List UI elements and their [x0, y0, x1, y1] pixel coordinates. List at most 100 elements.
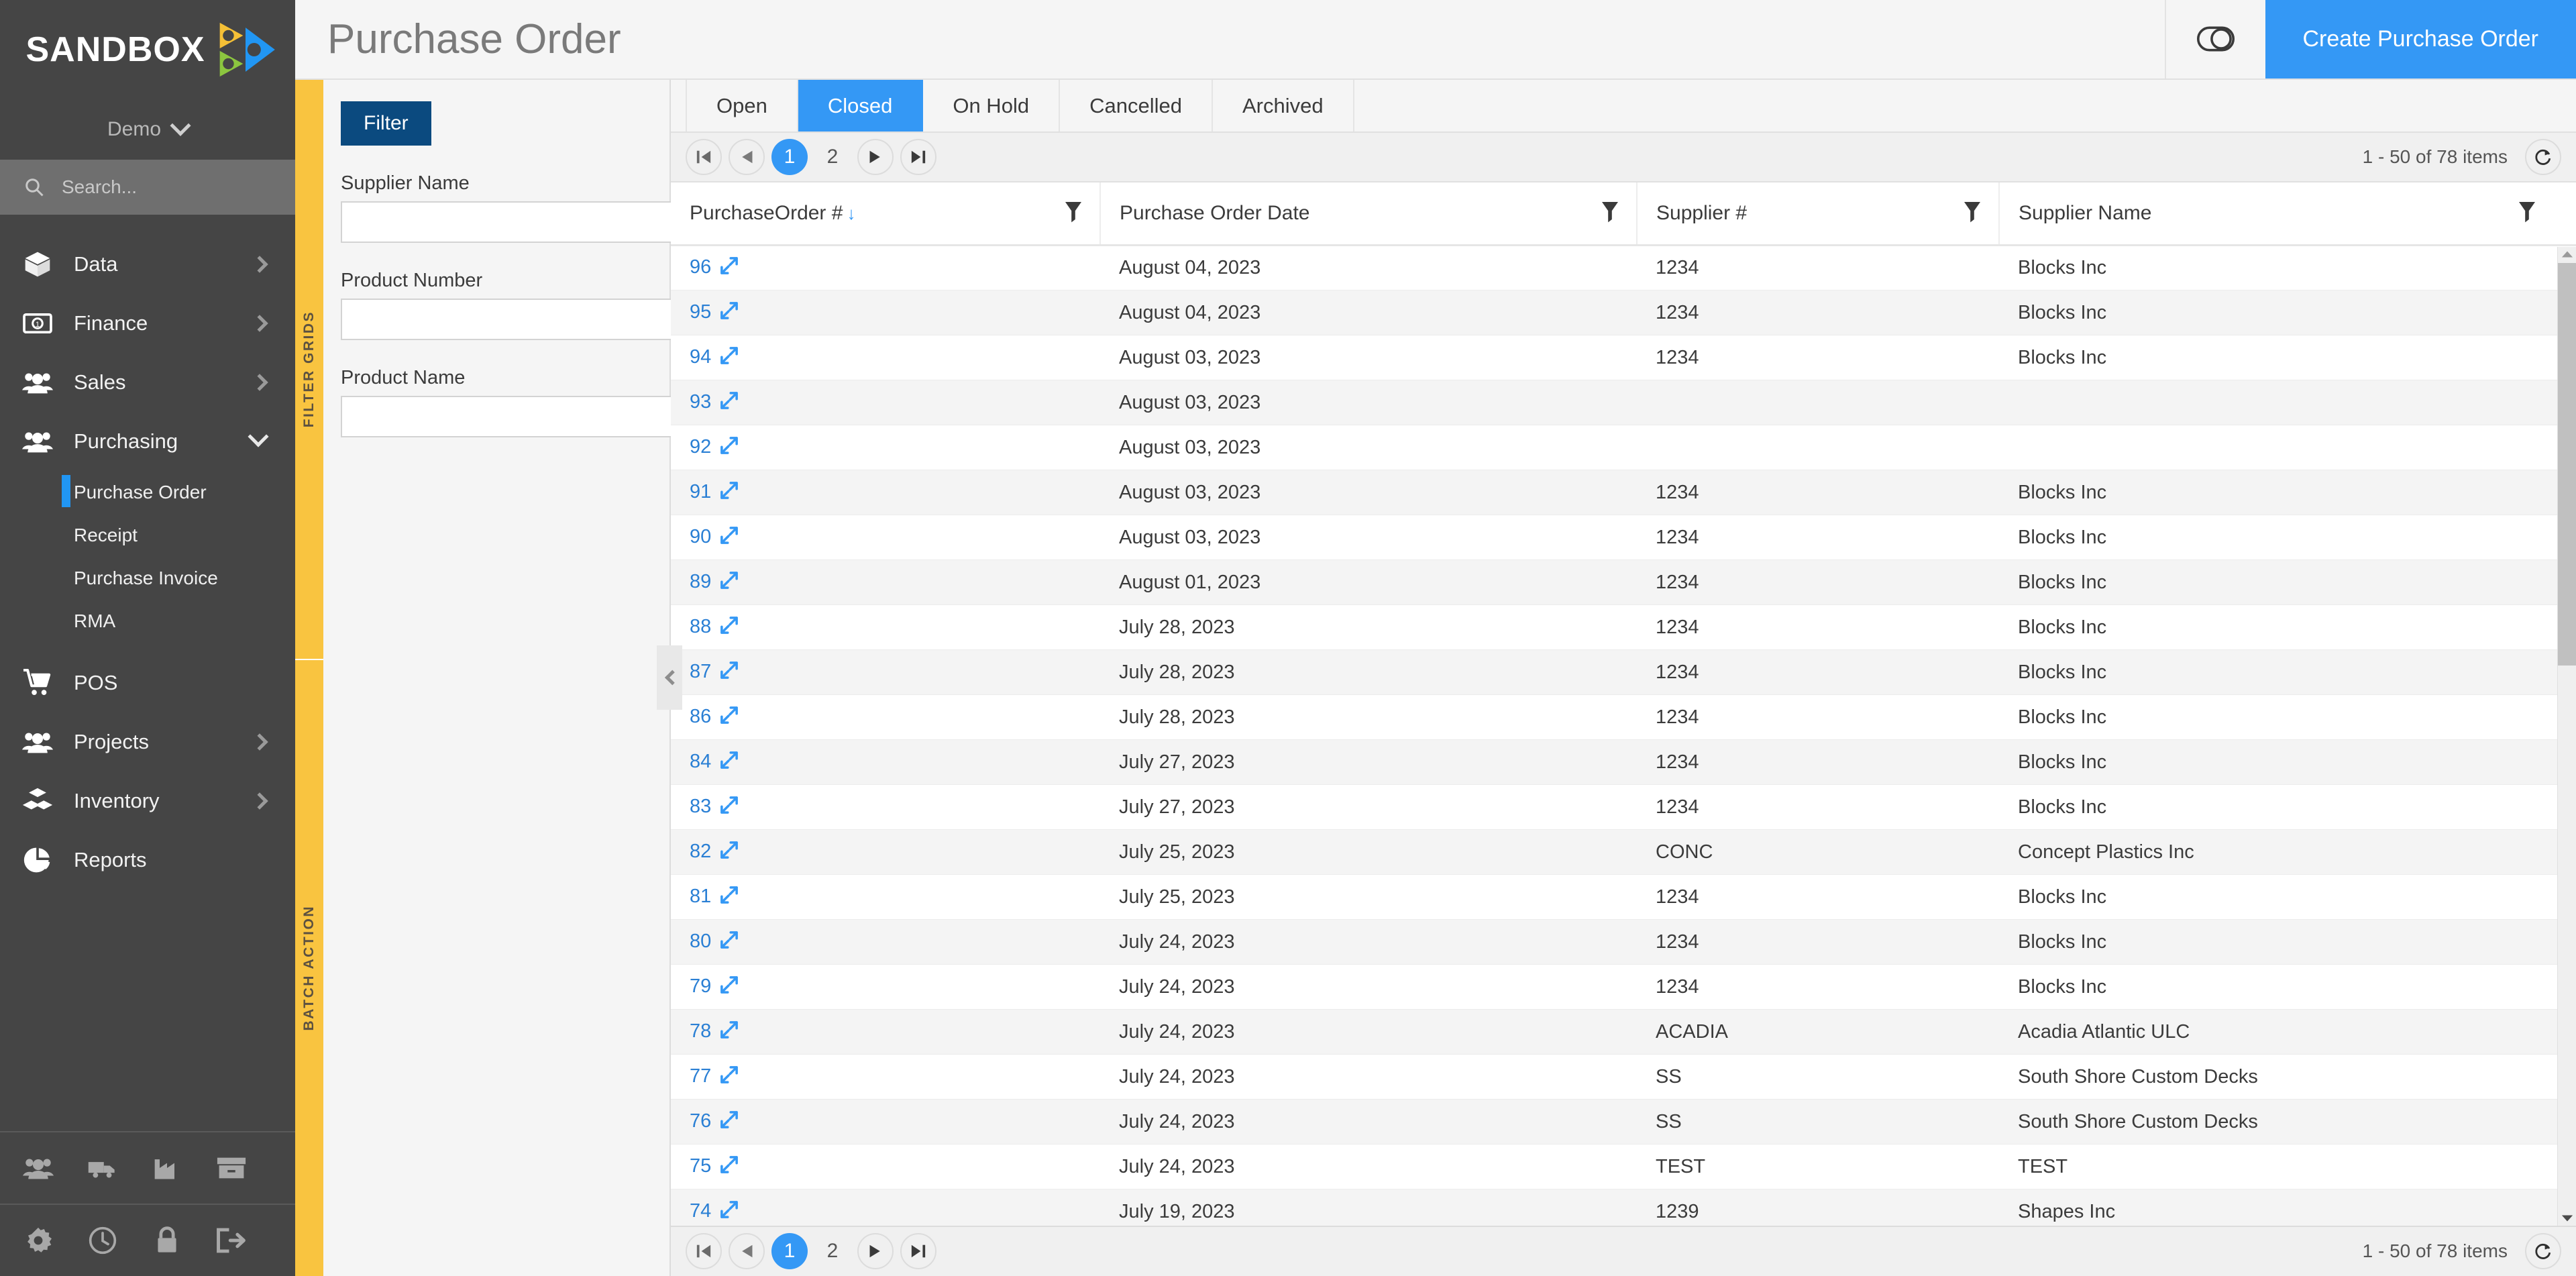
- table-row[interactable]: 81 July 25, 2023 1234 Blocks Inc: [671, 874, 2576, 920]
- purchase-order-link[interactable]: 92: [690, 436, 711, 458]
- table-row[interactable]: 90 August 03, 2023 1234 Blocks Inc: [671, 515, 2576, 561]
- purchase-order-link[interactable]: 87: [690, 661, 711, 682]
- page-2-button-bottom[interactable]: 2: [814, 1233, 851, 1269]
- funnel-icon[interactable]: [1964, 201, 1981, 228]
- sidebar-item-receipt[interactable]: Receipt: [0, 514, 295, 557]
- table-row[interactable]: 95 August 04, 2023 1234 Blocks Inc: [671, 290, 2576, 336]
- table-row[interactable]: 76 July 24, 2023 SS South Shore Custom Deck…: [671, 1099, 2576, 1145]
- purchase-order-link[interactable]: 93: [690, 391, 711, 413]
- last-page-button-bottom[interactable]: [900, 1233, 936, 1270]
- expand-diagonal-icon[interactable]: [720, 301, 739, 324]
- first-page-button-bottom[interactable]: [686, 1233, 722, 1270]
- purchase-order-link[interactable]: 86: [690, 706, 711, 727]
- expand-diagonal-icon[interactable]: [720, 1065, 739, 1088]
- next-page-button[interactable]: [857, 139, 894, 175]
- purchase-order-link[interactable]: 94: [690, 346, 711, 368]
- expand-diagonal-icon[interactable]: [720, 1020, 739, 1043]
- table-row[interactable]: 96 August 04, 2023 1234 Blocks Inc: [671, 245, 2576, 291]
- sidebar-item-data[interactable]: Data: [0, 235, 295, 294]
- tab-closed[interactable]: Closed: [798, 79, 924, 132]
- table-row[interactable]: 93 August 03, 2023: [671, 380, 2576, 426]
- table-row[interactable]: 86 July 28, 2023 1234 Blocks Inc: [671, 694, 2576, 741]
- table-row[interactable]: 74 July 19, 2023 1239 Shapes Inc: [671, 1189, 2576, 1226]
- gear-icon[interactable]: [23, 1225, 54, 1256]
- sidebar-item-sales[interactable]: Sales: [0, 353, 295, 412]
- expand-diagonal-icon[interactable]: [720, 571, 739, 594]
- product-name-input[interactable]: [341, 395, 693, 437]
- purchase-order-link[interactable]: 88: [690, 616, 711, 637]
- purchase-order-link[interactable]: 75: [690, 1155, 711, 1177]
- purchase-order-link[interactable]: 83: [690, 796, 711, 817]
- expand-diagonal-icon[interactable]: [720, 1110, 739, 1133]
- funnel-icon[interactable]: [1065, 201, 1082, 228]
- funnel-icon[interactable]: [2518, 201, 2536, 228]
- purchase-order-link[interactable]: 84: [690, 751, 711, 772]
- table-row[interactable]: 87 July 28, 2023 1234 Blocks Inc: [671, 649, 2576, 696]
- prev-page-button[interactable]: [729, 139, 765, 175]
- purchase-order-link[interactable]: 81: [690, 886, 711, 907]
- scrollbar-thumb[interactable]: [2558, 262, 2576, 666]
- table-row[interactable]: 88 July 28, 2023 1234 Blocks Inc: [671, 604, 2576, 651]
- table-row[interactable]: 79 July 24, 2023 1234 Blocks Inc: [671, 964, 2576, 1010]
- lock-icon[interactable]: [152, 1225, 182, 1256]
- table-row[interactable]: 92 August 03, 2023: [671, 425, 2576, 471]
- expand-diagonal-icon[interactable]: [720, 1200, 739, 1223]
- sidebar-item-purchasing[interactable]: Purchasing: [0, 412, 295, 471]
- sidebar-item-purchase-invoice[interactable]: Purchase Invoice: [0, 557, 295, 600]
- purchase-order-link[interactable]: 80: [690, 931, 711, 952]
- purchase-order-link[interactable]: 82: [690, 841, 711, 862]
- product-number-input[interactable]: [341, 298, 693, 340]
- expand-diagonal-icon[interactable]: [720, 931, 739, 953]
- expand-diagonal-icon[interactable]: [720, 436, 739, 459]
- table-row[interactable]: 83 July 27, 2023 1234 Blocks Inc: [671, 784, 2576, 831]
- expand-diagonal-icon[interactable]: [720, 526, 739, 549]
- factory-icon[interactable]: [152, 1153, 182, 1183]
- table-scrollbar[interactable]: [2557, 246, 2576, 1226]
- page-2-button[interactable]: 2: [814, 139, 851, 175]
- refresh-button-bottom[interactable]: [2525, 1233, 2561, 1270]
- tab-cancelled[interactable]: Cancelled: [1060, 79, 1213, 132]
- expand-diagonal-icon[interactable]: [720, 975, 739, 998]
- search-input[interactable]: Search...: [0, 160, 295, 215]
- logout-icon[interactable]: [216, 1225, 247, 1256]
- sidebar-item-reports[interactable]: Reports: [0, 831, 295, 890]
- tab-on-hold[interactable]: On Hold: [923, 79, 1061, 132]
- people-icon[interactable]: [23, 1153, 54, 1183]
- rail-tab-filter-grids[interactable]: FILTER GRIDS: [295, 80, 323, 660]
- sidebar-item-projects[interactable]: Projects: [0, 712, 295, 772]
- expand-diagonal-icon[interactable]: [720, 481, 739, 504]
- expand-diagonal-icon[interactable]: [720, 661, 739, 684]
- purchase-order-link[interactable]: 95: [690, 301, 711, 323]
- filter-button[interactable]: Filter: [341, 101, 431, 146]
- table-row[interactable]: 91 August 03, 2023 1234 Blocks Inc: [671, 470, 2576, 516]
- col-supplier-name[interactable]: Supplier Name: [1999, 182, 2576, 247]
- expand-diagonal-icon[interactable]: [720, 257, 739, 279]
- col-supplier-number[interactable]: Supplier #: [1637, 182, 2000, 247]
- table-row[interactable]: 75 July 24, 2023 TEST TEST: [671, 1144, 2576, 1190]
- next-page-button-bottom[interactable]: [857, 1233, 894, 1270]
- table-row[interactable]: 94 August 03, 2023 1234 Blocks Inc: [671, 335, 2576, 381]
- purchase-order-link[interactable]: 89: [690, 571, 711, 592]
- col-purchase-order-date[interactable]: Purchase Order Date: [1100, 182, 1638, 247]
- clock-icon[interactable]: [87, 1225, 118, 1256]
- collapse-panel-button[interactable]: [657, 645, 682, 710]
- expand-diagonal-icon[interactable]: [720, 796, 739, 818]
- sidebar-item-inventory[interactable]: Inventory: [0, 772, 295, 831]
- expand-diagonal-icon[interactable]: [720, 391, 739, 414]
- purchase-order-link[interactable]: 76: [690, 1110, 711, 1132]
- tenant-selector[interactable]: Demo: [0, 99, 295, 160]
- purchase-order-link[interactable]: 77: [690, 1065, 711, 1087]
- col-purchaseorder-number[interactable]: PurchaseOrder # ↓: [671, 182, 1101, 247]
- sidebar-item-rma[interactable]: RMA: [0, 600, 295, 643]
- brand-logo[interactable]: SANDBOX: [0, 0, 295, 99]
- expand-diagonal-icon[interactable]: [720, 886, 739, 908]
- prev-page-button-bottom[interactable]: [729, 1233, 765, 1270]
- last-page-button[interactable]: [900, 139, 936, 175]
- truck-icon[interactable]: [87, 1153, 118, 1183]
- expand-diagonal-icon[interactable]: [720, 841, 739, 863]
- tab-archived[interactable]: Archived: [1212, 79, 1354, 132]
- archive-icon[interactable]: [216, 1153, 247, 1183]
- expand-diagonal-icon[interactable]: [720, 616, 739, 639]
- expand-diagonal-icon[interactable]: [720, 346, 739, 369]
- table-row[interactable]: 78 July 24, 2023 ACADIA Acadia Atlantic ULC: [671, 1009, 2576, 1055]
